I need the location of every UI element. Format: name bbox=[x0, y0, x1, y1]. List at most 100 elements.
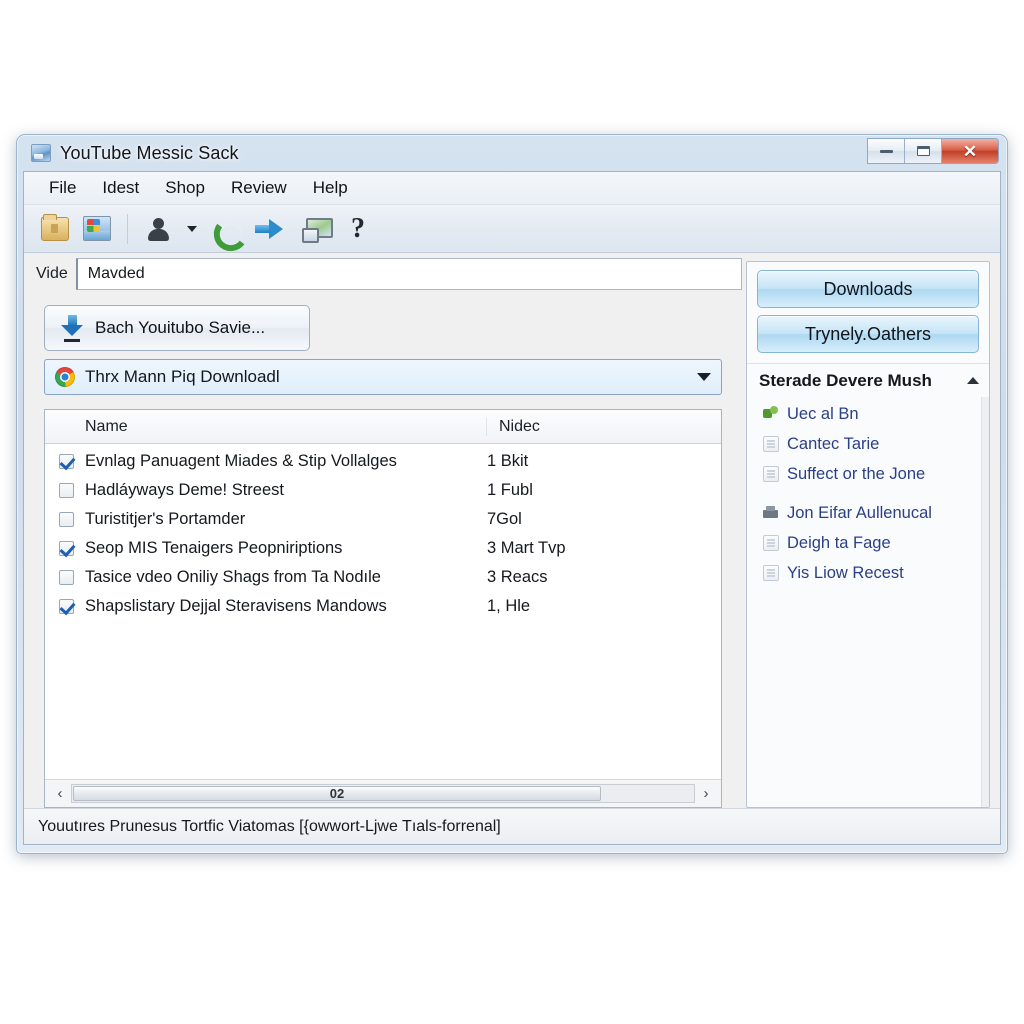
sidebar-section-header[interactable]: Sterade Devere Mush bbox=[747, 363, 989, 397]
table-row[interactable]: Seop MIS Tenaigers Peopniriptions 3 Mart… bbox=[45, 534, 721, 563]
maximize-button[interactable] bbox=[905, 139, 942, 163]
main-panel: Vide Mavded Bach Youitubo Savie... Thrx … bbox=[24, 253, 742, 808]
sidebar-panel: Downloads Trynely.Oathers Sterade Devere… bbox=[746, 261, 990, 808]
sidebar-item-label: Jon Eifar Aullenucal bbox=[787, 503, 932, 522]
folder-lock-icon bbox=[41, 213, 69, 241]
menu-shop[interactable]: Shop bbox=[152, 175, 218, 201]
sidebar-item-suffect-or-the-jone[interactable]: Suffect or the Jone bbox=[763, 459, 981, 489]
document-icon bbox=[763, 565, 779, 581]
row-checkbox[interactable] bbox=[59, 570, 74, 585]
windows-picture-icon bbox=[83, 216, 111, 241]
chevron-down-icon[interactable] bbox=[697, 373, 711, 381]
application-window: YouTube Messic Sack ✕ File Idest Shop Re… bbox=[16, 134, 1008, 854]
row-name: Seop MIS Tenaigers Peopniriptions bbox=[85, 539, 343, 557]
scroll-right-arrow-icon[interactable]: › bbox=[695, 785, 717, 802]
printer-icon bbox=[763, 505, 779, 521]
sidebar-item-label: Uec al Bn bbox=[787, 404, 859, 423]
scroll-track[interactable]: 02 bbox=[71, 784, 695, 803]
table-row[interactable]: Evnlag Panuagent Miades & Stip Vollalges… bbox=[45, 447, 721, 476]
document-icon bbox=[763, 466, 779, 482]
sidebar-item-label: Cantec Tarie bbox=[787, 434, 880, 453]
row-name: Turistitjer's Portamder bbox=[85, 510, 246, 528]
menu-help[interactable]: Help bbox=[300, 175, 361, 201]
menu-bar: File Idest Shop Review Help bbox=[24, 172, 1000, 205]
scroll-left-arrow-icon[interactable]: ‹ bbox=[49, 785, 71, 802]
scroll-thumb[interactable]: 02 bbox=[73, 786, 601, 801]
sidebar-section-title: Sterade Devere Mush bbox=[759, 370, 932, 390]
sidebar: Downloads Trynely.Oathers Sterade Devere… bbox=[742, 253, 1000, 808]
row-checkbox[interactable] bbox=[59, 541, 74, 556]
user-account-icon bbox=[148, 217, 169, 241]
horizontal-scrollbar[interactable]: ‹ 02 › bbox=[45, 779, 721, 807]
row-name: Evnlag Panuagent Miades & Stip Vollalges bbox=[85, 452, 397, 470]
row-size: 1 Bkit bbox=[487, 452, 529, 470]
sidebar-item-yis-liow-recest[interactable]: Yis Liow Recest bbox=[763, 558, 981, 588]
go-forward-button[interactable] bbox=[247, 210, 293, 248]
sidebar-item-label: Suffect or the Jone bbox=[787, 464, 926, 483]
close-icon: ✕ bbox=[962, 141, 978, 161]
download-list: Name Nidec Evnlag Panuagent Miades & Sti… bbox=[44, 409, 722, 808]
window-title: YouTube Messic Sack bbox=[60, 142, 239, 163]
sidebar-scrollbar[interactable] bbox=[981, 397, 989, 807]
user-dropdown-button[interactable] bbox=[181, 210, 201, 248]
column-header-name[interactable]: Name bbox=[45, 417, 487, 436]
minimize-icon bbox=[879, 149, 893, 153]
sidebar-item-cantec-tarie[interactable]: Cantec Tarie bbox=[763, 429, 981, 459]
chrome-browser-icon bbox=[55, 367, 75, 387]
row-name: Tasice vdeo Oniliy Shags from Ta Nodıle bbox=[85, 568, 381, 586]
address-label: Vide bbox=[36, 265, 68, 282]
row-name: Shapslistary Dejjal Steravisens Mandows bbox=[85, 597, 387, 615]
address-input[interactable]: Mavded bbox=[75, 258, 742, 290]
menu-idest[interactable]: Idest bbox=[89, 175, 152, 201]
downloads-button[interactable]: Downloads bbox=[757, 270, 979, 308]
minimize-button[interactable] bbox=[868, 139, 905, 163]
row-size: 1, Hle bbox=[487, 597, 531, 615]
row-size: 3 Reacs bbox=[487, 568, 548, 586]
sidebar-item-label: Yis Liow Recest bbox=[787, 563, 904, 582]
sidebar-item-label: Deigh ta Fage bbox=[787, 533, 891, 552]
user-account-button[interactable] bbox=[139, 210, 177, 248]
download-source-value: Thrx Mann Piq Downloadl bbox=[85, 367, 280, 386]
status-text: Youutıres Prunesus Tortfic Viatomas [{ow… bbox=[38, 817, 501, 835]
column-header-nidec[interactable]: Nidec bbox=[487, 418, 721, 436]
menu-review[interactable]: Review bbox=[218, 175, 300, 201]
help-question-icon: ? bbox=[351, 212, 365, 244]
document-icon bbox=[763, 535, 779, 551]
help-button[interactable]: ? bbox=[339, 210, 377, 248]
title-bar: YouTube Messic Sack ✕ bbox=[23, 135, 1001, 171]
sidebar-item-jon-eifar-aullenucal[interactable]: Jon Eifar Aullenucal bbox=[763, 498, 981, 528]
phone-call-icon bbox=[209, 214, 238, 243]
trynely-oathers-button[interactable]: Trynely.Oathers bbox=[757, 315, 979, 353]
row-size: 3 Mart Tvp bbox=[487, 539, 566, 557]
window-controls: ✕ bbox=[867, 138, 999, 164]
row-checkbox[interactable] bbox=[59, 599, 74, 614]
maximize-icon bbox=[916, 146, 930, 156]
list-header: Name Nidec bbox=[45, 410, 721, 444]
row-checkbox[interactable] bbox=[59, 483, 74, 498]
network-share-icon bbox=[763, 406, 779, 422]
row-checkbox[interactable] bbox=[59, 512, 74, 527]
sidebar-item-uec-al-bn[interactable]: Uec al Bn bbox=[763, 399, 981, 429]
monitor-screen-button[interactable] bbox=[297, 210, 335, 248]
download-arrow-icon bbox=[61, 315, 83, 342]
document-icon bbox=[763, 436, 779, 452]
chevron-up-icon[interactable] bbox=[967, 377, 979, 384]
client-area: File Idest Shop Review Help ? Vide Mavde… bbox=[23, 171, 1001, 845]
download-source-combobox[interactable]: Thrx Mann Piq Downloadl bbox=[44, 359, 722, 395]
save-video-button[interactable]: Bach Youitubo Savie... bbox=[44, 305, 310, 351]
list-body: Evnlag Panuagent Miades & Stip Vollalges… bbox=[45, 444, 721, 779]
table-row[interactable]: Tasice vdeo Oniliy Shags from Ta Nodıle … bbox=[45, 563, 721, 592]
close-button[interactable]: ✕ bbox=[942, 139, 998, 163]
folder-lock-button[interactable] bbox=[36, 210, 74, 248]
table-row[interactable]: Shapslistary Dejjal Steravisens Mandows … bbox=[45, 592, 721, 621]
windows-picture-button[interactable] bbox=[78, 210, 116, 248]
phone-call-button[interactable] bbox=[205, 210, 243, 248]
menu-file[interactable]: File bbox=[36, 175, 89, 201]
save-video-label: Bach Youitubo Savie... bbox=[95, 318, 266, 337]
row-checkbox[interactable] bbox=[59, 454, 74, 469]
sidebar-item-deigh-ta-fage[interactable]: Deigh ta Fage bbox=[763, 528, 981, 558]
table-row[interactable]: Turistitjer's Portamder 7Gol bbox=[45, 505, 721, 534]
table-row[interactable]: Hadláyways Deme! Streest 1 Fubl bbox=[45, 476, 721, 505]
content-split: Vide Mavded Bach Youitubo Savie... Thrx … bbox=[24, 253, 1000, 808]
sidebar-links: Uec al Bn Cantec Tarie Suffect or the Jo… bbox=[747, 397, 981, 807]
